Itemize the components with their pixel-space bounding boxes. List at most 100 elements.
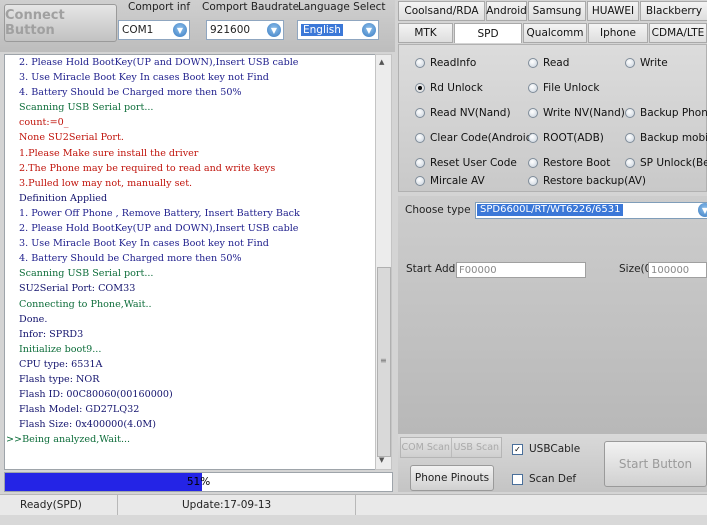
- log-line: 4. Battery Should be Charged more then 5…: [19, 87, 242, 99]
- radio-dot-icon[interactable]: [415, 58, 425, 68]
- phone-pinouts-button[interactable]: Phone Pinouts: [410, 465, 494, 491]
- radio-label: Read NV(Nand): [430, 107, 511, 119]
- log-line: Flash ID: 00C80060(00160000): [19, 389, 173, 401]
- tab-huawei[interactable]: HUAWEI: [587, 1, 639, 21]
- radio-label: ReadInfo: [430, 57, 477, 69]
- radio-readinfo[interactable]: ReadInfo: [415, 57, 476, 69]
- radio-label: Rd Unlock: [430, 82, 483, 94]
- log-output[interactable]: 2. Please Hold BootKey(UP and DOWN),Inse…: [4, 54, 377, 470]
- radio-label: ROOT(ADB): [543, 132, 604, 144]
- radio-dot-icon[interactable]: [528, 58, 538, 68]
- radio-dot-icon[interactable]: [415, 133, 425, 143]
- radio-dot-icon[interactable]: [625, 58, 635, 68]
- log-line: 1.Please Make sure install the driver: [19, 147, 199, 159]
- radio-dot-icon[interactable]: [415, 108, 425, 118]
- radio-file-unlock[interactable]: File Unlock: [528, 82, 599, 94]
- baud-select[interactable]: 921600 ▼: [206, 20, 284, 40]
- radio-backup-phonebook[interactable]: Backup Phonebook: [625, 107, 707, 119]
- radio-mircale-av[interactable]: Mircale AV: [415, 175, 485, 187]
- radio-label: Clear Code(Android): [430, 132, 537, 144]
- radio-backup-mobile[interactable]: Backup mobile: [625, 132, 707, 144]
- radio-dot-icon[interactable]: [625, 158, 635, 168]
- radio-dot-icon[interactable]: [415, 83, 425, 93]
- port-select[interactable]: COM1 ▼: [118, 20, 190, 40]
- radio-dot-icon[interactable]: [415, 158, 425, 168]
- log-line: Definition Applied: [19, 192, 108, 204]
- radio-dot-icon[interactable]: [528, 108, 538, 118]
- chip-type-value: SPD6600L/RT/WT6226/6531: [477, 204, 624, 216]
- tab-spd[interactable]: SPD: [454, 23, 522, 43]
- progress-label: 51%: [186, 476, 211, 488]
- radio-dot-icon[interactable]: [528, 158, 538, 168]
- scroll-thumb[interactable]: ≡: [377, 267, 391, 457]
- radio-dot-icon[interactable]: [528, 83, 538, 93]
- start-button[interactable]: Start Button: [604, 441, 707, 487]
- operations-panel: ReadInfo Read Write Rd Unlock File Unlock Rea…: [398, 44, 707, 192]
- baud-label: Comport Baudrate: [202, 1, 300, 13]
- radio-clear-code-android[interactable]: Clear Code(Android): [415, 132, 536, 144]
- log-line: 2. Please Hold BootKey(UP and DOWN),Inse…: [19, 57, 299, 68]
- choose-type-label: Choose type: [405, 204, 471, 216]
- tab-qualcomm[interactable]: Qualcomm: [523, 23, 587, 43]
- status-ready: Ready(SPD): [0, 495, 118, 515]
- status-bar: Ready(SPD) Update:17-09-13: [0, 494, 707, 515]
- scan-def-checkbox[interactable]: Scan Def: [512, 473, 576, 485]
- tab-blackberry[interactable]: Blackberry: [640, 1, 707, 21]
- tab-iphone[interactable]: Iphone: [588, 23, 648, 43]
- radio-root-adb[interactable]: ROOT(ADB): [528, 132, 604, 144]
- radio-read[interactable]: Read: [528, 57, 569, 69]
- radio-dot-icon[interactable]: [625, 108, 635, 118]
- start-addr-input[interactable]: F00000: [456, 262, 586, 278]
- tab-coolsand-rda[interactable]: Coolsand/RDA: [398, 1, 485, 21]
- log-line: Done.: [19, 313, 48, 325]
- radio-dot-icon[interactable]: [528, 176, 538, 186]
- chip-type-select[interactable]: SPD6600L/RT/WT6226/6531 ▼: [475, 202, 707, 219]
- log-line: Infor: SPRD3: [19, 328, 84, 340]
- radio-dot-icon[interactable]: [415, 176, 425, 186]
- radio-label: Backup mobile: [640, 132, 707, 144]
- radio-label: Mircale AV: [430, 175, 485, 187]
- chevron-down-icon[interactable]: ▼: [698, 203, 707, 217]
- radio-write[interactable]: Write: [625, 57, 668, 69]
- chevron-down-icon[interactable]: ▼: [267, 23, 281, 37]
- port-label: Comport inf: [128, 1, 191, 13]
- radio-sp-unlock-beta[interactable]: SP Unlock(Beta): [625, 157, 707, 169]
- log-line: 2. Please Hold BootKey(UP and DOWN),Inse…: [19, 223, 299, 235]
- log-line: 3. Use Miracle Boot Key In cases Boot ke…: [19, 238, 269, 250]
- log-line: Scanning USB Serial port...: [19, 268, 154, 280]
- log-line: count:=0_: [19, 117, 69, 129]
- language-select[interactable]: English ▼: [297, 20, 379, 40]
- log-scrollbar[interactable]: ▲ ≡ ▼: [375, 54, 392, 470]
- radio-label: Backup Phonebook: [640, 107, 707, 119]
- tab-samsung[interactable]: Samsung: [528, 1, 586, 21]
- tab-mtk[interactable]: MTK: [398, 23, 453, 43]
- usbcable-checkbox[interactable]: ✓ USBCable: [512, 443, 580, 455]
- checkbox-icon[interactable]: ✓: [512, 443, 523, 455]
- com-scan-tab[interactable]: COM Scan: [401, 438, 452, 457]
- radio-restore-backup-av[interactable]: Restore backup(AV): [528, 175, 646, 187]
- connect-button[interactable]: Connect Button: [4, 4, 117, 42]
- radio-read-nv-nand[interactable]: Read NV(Nand): [415, 107, 511, 119]
- radio-rd-unlock[interactable]: Rd Unlock: [415, 82, 483, 94]
- radio-dot-icon[interactable]: [625, 133, 635, 143]
- tab-cdma-lte[interactable]: CDMA/LTE: [649, 23, 707, 43]
- log-line: Flash type: NOR: [19, 373, 100, 385]
- log-line: SU2Serial Port: COM33: [19, 283, 136, 295]
- radio-dot-icon[interactable]: [528, 133, 538, 143]
- scroll-down-icon[interactable]: ▼: [379, 456, 384, 464]
- radio-write-nv-nand[interactable]: Write NV(Nand): [528, 107, 625, 119]
- usb-scan-tab[interactable]: USB Scan: [452, 438, 502, 457]
- radio-label: Restore Boot: [543, 157, 611, 169]
- chevron-down-icon[interactable]: ▼: [173, 23, 187, 37]
- scan-mode-tabs: COM Scan USB Scan: [400, 437, 502, 458]
- tab-android[interactable]: Android: [486, 1, 527, 21]
- scroll-up-icon[interactable]: ▲: [379, 58, 384, 66]
- checkbox-icon[interactable]: [512, 473, 523, 485]
- usbcable-label: USBCable: [529, 443, 581, 455]
- size-input[interactable]: 100000: [648, 262, 707, 278]
- radio-label: Write: [640, 57, 668, 69]
- radio-label: File Unlock: [543, 82, 600, 94]
- chevron-down-icon[interactable]: ▼: [362, 23, 376, 37]
- radio-reset-user-code[interactable]: Reset User Code: [415, 157, 517, 169]
- radio-restore-boot[interactable]: Restore Boot: [528, 157, 610, 169]
